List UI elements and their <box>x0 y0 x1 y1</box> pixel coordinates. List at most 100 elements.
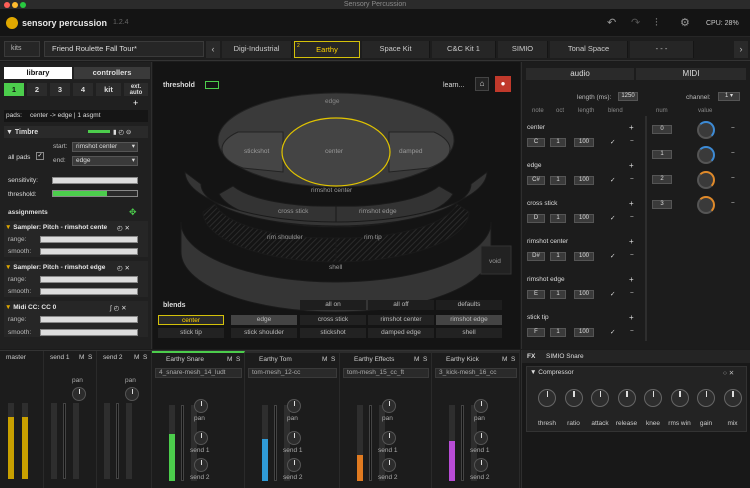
remove-cc-button[interactable]: − <box>731 150 735 157</box>
pan-knob[interactable] <box>72 387 86 401</box>
octave-select[interactable]: 1 <box>550 176 566 185</box>
channel-select[interactable]: 1 ▾ <box>718 92 740 101</box>
cc-number-select[interactable]: 3 <box>652 200 672 209</box>
timbre-controls-icons[interactable]: ▮ ◴ ⊖ <box>113 128 131 136</box>
note-select[interactable]: D <box>527 214 545 223</box>
pan-knob[interactable] <box>382 399 396 413</box>
sensitivity-slider[interactable] <box>52 177 138 184</box>
preset-next-button[interactable]: › <box>734 41 748 58</box>
sampler-1-range-slider[interactable] <box>40 236 138 243</box>
fx-knob-mix[interactable] <box>723 389 742 407</box>
tab-audio[interactable]: audio <box>526 68 634 80</box>
note-select[interactable]: D# <box>527 252 545 261</box>
add-note-button[interactable]: + <box>629 313 634 322</box>
blend-toggle-stickshot[interactable]: stickshot <box>300 328 366 338</box>
solo-button[interactable]: S <box>143 354 147 361</box>
preset-slot-5[interactable]: SIMIO <box>498 41 548 58</box>
device-select[interactable]: 3_kick-mesh_16_cc <box>435 368 517 378</box>
volume-fader[interactable] <box>274 405 277 481</box>
volume-fader[interactable] <box>63 403 66 479</box>
start-select[interactable]: rimshot center ▾ <box>72 142 138 152</box>
device-controls-icons[interactable]: ○ ✕ <box>723 369 734 377</box>
octave-select[interactable]: 1 <box>550 138 566 147</box>
undo-icon[interactable]: ↶ <box>607 17 616 29</box>
mute-button[interactable]: M <box>322 356 327 363</box>
length-field[interactable]: 100 <box>574 214 594 223</box>
blends-defaults-button[interactable]: defaults <box>436 300 502 310</box>
pan-knob[interactable] <box>125 387 139 401</box>
volume-fader[interactable] <box>181 405 184 481</box>
send-2-knob[interactable] <box>194 458 208 472</box>
fx-knob-gain[interactable] <box>697 389 715 407</box>
octave-select[interactable]: 1 <box>550 290 566 299</box>
send-1-knob[interactable] <box>382 431 396 445</box>
blend-toggle-center[interactable]: center <box>158 315 224 325</box>
volume-fader[interactable] <box>461 405 464 481</box>
midi-cc-icons[interactable]: ∫ ◴ ✕ <box>110 304 127 312</box>
all-pads-checkbox[interactable]: ✓ <box>36 152 44 160</box>
remove-note-button[interactable]: − <box>630 214 634 221</box>
fx-knob-release[interactable] <box>617 389 636 407</box>
note-select[interactable]: C# <box>527 176 545 185</box>
mute-button[interactable]: M <box>134 354 139 361</box>
solo-button[interactable]: S <box>423 356 427 363</box>
note-select[interactable]: C <box>527 138 545 147</box>
blend-checkbox[interactable]: ✓ <box>610 214 615 222</box>
device-select[interactable]: 4_snare-mesh_14_ludt <box>155 368 242 378</box>
send-2-knob[interactable] <box>382 458 396 472</box>
scrollbar[interactable] <box>645 116 647 341</box>
add-note-button[interactable]: + <box>629 275 634 284</box>
send-1-knob[interactable] <box>287 431 301 445</box>
tab-controller-ext-auto[interactable]: ext. auto <box>124 83 148 96</box>
tab-controller-2[interactable]: 2 <box>27 83 47 96</box>
octave-select[interactable]: 1 <box>550 252 566 261</box>
send-2-knob[interactable] <box>287 458 301 472</box>
blend-checkbox[interactable]: ✓ <box>610 176 615 184</box>
cc-value-knob[interactable] <box>697 196 715 214</box>
add-note-button[interactable]: + <box>629 123 634 132</box>
solo-button[interactable]: S <box>88 354 92 361</box>
mute-button[interactable]: M <box>227 356 232 363</box>
length-field[interactable]: 100 <box>574 176 594 185</box>
blend-toggle-cross-stick[interactable]: cross stick <box>300 315 366 325</box>
preset-slot-3[interactable]: Space Kit <box>362 41 430 58</box>
fx-knob-thresh[interactable] <box>538 389 556 407</box>
tab-controller-4[interactable]: 4 <box>73 83 93 96</box>
sampler-2-range-slider[interactable] <box>40 276 138 283</box>
preset-slot-2[interactable]: 2 Earthy <box>294 41 360 58</box>
cc-number-select[interactable]: 0 <box>652 125 672 134</box>
cc-number-select[interactable]: 2 <box>652 175 672 184</box>
blends-all-off-button[interactable]: all off <box>368 300 434 310</box>
tab-controller-kit[interactable]: kit <box>96 83 121 96</box>
preset-slot-7[interactable]: - - - <box>630 41 694 58</box>
length-input[interactable]: 1250 <box>618 92 638 101</box>
pan-knob[interactable] <box>194 399 208 413</box>
tab-midi[interactable]: MIDI <box>636 68 746 80</box>
add-note-button[interactable]: + <box>629 237 634 246</box>
add-controller-button[interactable]: + <box>133 98 138 108</box>
length-field[interactable]: 100 <box>574 138 594 147</box>
sampler-1-icons[interactable]: ◴ ✕ <box>117 224 130 232</box>
blend-toggle-stick-shoulder[interactable]: stick shoulder <box>231 328 297 338</box>
tab-library[interactable]: library <box>4 67 72 79</box>
midi-cc-range-slider[interactable] <box>40 316 138 323</box>
preset-slot-6[interactable]: Tonal Space <box>550 41 628 58</box>
close-window-button[interactable] <box>4 1 10 8</box>
remove-note-button[interactable]: − <box>630 290 634 297</box>
remove-note-button[interactable]: − <box>630 176 634 183</box>
fx-knob-ratio[interactable] <box>564 389 583 407</box>
preset-prev-button[interactable]: ‹ <box>206 41 220 58</box>
device-select[interactable]: tom-mesh_15_cc_ft <box>343 368 429 378</box>
sampler-1-smooth-slider[interactable] <box>40 248 138 255</box>
add-assignment-icon[interactable]: ✥ <box>129 207 137 218</box>
pan-knob[interactable] <box>474 399 488 413</box>
cc-value-knob[interactable] <box>697 121 715 139</box>
zoom-window-button[interactable] <box>20 1 26 8</box>
mute-button[interactable]: M <box>79 354 84 361</box>
solo-button[interactable]: S <box>236 356 240 363</box>
sliders-icon[interactable]: ⫶ <box>655 17 658 29</box>
fx-knob-attack[interactable] <box>591 389 609 407</box>
mute-button[interactable]: M <box>414 356 419 363</box>
add-note-button[interactable]: + <box>629 199 634 208</box>
send-1-knob[interactable] <box>194 431 208 445</box>
